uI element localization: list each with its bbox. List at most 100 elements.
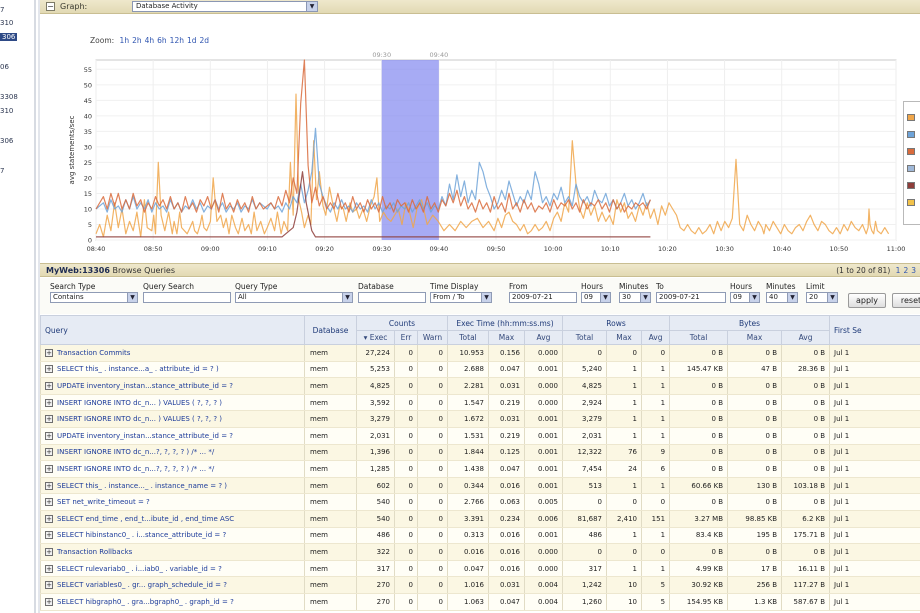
col-rows-max[interactable]: Max	[606, 330, 642, 345]
chevron-down-icon[interactable]: ▼	[600, 293, 610, 302]
col-rows-avg[interactable]: Avg	[640, 330, 671, 345]
expand-icon[interactable]: +	[45, 547, 53, 556]
sidebar-server-item[interactable]: 7	[0, 167, 4, 175]
zoom-link[interactable]: 12h	[170, 36, 184, 45]
col-bytes-max[interactable]: Max	[727, 330, 783, 345]
table-row[interactable]: + INSERT IGNORE INTO dc_n...?, ?, ?, ? ) …	[40, 460, 920, 478]
chevron-down-icon[interactable]: ▼	[481, 293, 491, 302]
legend-swatch[interactable]	[907, 199, 915, 206]
table-row[interactable]: + INSERT IGNORE INTO dc_n...?, ?, ?, ? ) …	[40, 444, 920, 462]
col-err[interactable]: Err	[394, 330, 418, 345]
query-text[interactable]: SET net_write_timeout = ?	[57, 498, 150, 506]
table-row[interactable]: + SELECT this_ . instance..._ . instance_…	[40, 477, 920, 495]
zoom-link[interactable]: 2h	[132, 36, 142, 45]
query-cell[interactable]: + INSERT IGNORE INTO dc_n... ) VALUES ( ?…	[40, 410, 305, 428]
database-input[interactable]	[358, 292, 426, 303]
expand-icon[interactable]: +	[45, 348, 53, 357]
legend-swatch[interactable]	[907, 148, 915, 155]
table-row[interactable]: + INSERT IGNORE INTO dc_n... ) VALUES ( ?…	[40, 394, 920, 412]
query-cell[interactable]: + UPDATE inventory_instan...stance_attrib…	[40, 427, 305, 445]
table-row[interactable]: + SELECT hibgraph0_ . gra...bgraph0_ . gr…	[40, 593, 920, 611]
query-type-select[interactable]: All ▼	[235, 292, 353, 303]
col-database[interactable]: Database	[304, 315, 357, 345]
query-text[interactable]: UPDATE inventory_instan...stance_attribu…	[57, 382, 233, 390]
col-bytes-total[interactable]: Total	[669, 330, 729, 345]
chevron-down-icon[interactable]: ▼	[342, 293, 352, 302]
col-query[interactable]: Query	[40, 315, 305, 345]
time-display-select[interactable]: From / To ▼	[430, 292, 492, 303]
from-date-input[interactable]: 2009-07-21	[509, 292, 577, 303]
table-row[interactable]: + SELECT hibinstanc0_ . i...stance_attrib…	[40, 527, 920, 545]
col-exec[interactable]: ▾ Exec	[356, 330, 395, 345]
query-text[interactable]: SELECT variables0_ . gr... graph_schedul…	[57, 581, 227, 589]
to-minutes-select[interactable]: 40 ▼	[766, 292, 798, 303]
legend-swatch[interactable]	[907, 165, 915, 172]
query-cell[interactable]: + SELECT hibinstanc0_ . i...stance_attrib…	[40, 527, 305, 545]
sidebar-server-item[interactable]: 7	[0, 6, 4, 14]
expand-icon[interactable]: +	[45, 431, 53, 440]
sidebar-server-item[interactable]: 306	[0, 137, 13, 145]
apply-button[interactable]: apply	[848, 293, 886, 308]
chevron-down-icon[interactable]: ▼	[749, 293, 759, 302]
to-date-input[interactable]: 2009-07-21	[656, 292, 726, 303]
query-text[interactable]: INSERT IGNORE INTO dc_n... ) VALUES ( ?,…	[57, 415, 222, 423]
query-cell[interactable]: + Transaction Rollbacks	[40, 543, 305, 561]
query-cell[interactable]: + SET net_write_timeout = ?	[40, 493, 305, 511]
query-text[interactable]: Transaction Rollbacks	[57, 548, 132, 556]
graph-select[interactable]: Database Activity ▼	[132, 1, 318, 12]
query-cell[interactable]: + INSERT IGNORE INTO dc_n...?, ?, ?, ? ) …	[40, 444, 305, 462]
zoom-link[interactable]: 1d	[187, 36, 197, 45]
query-cell[interactable]: + SELECT hibgraph0_ . gra...bgraph0_ . gr…	[40, 593, 305, 611]
legend-swatch[interactable]	[907, 182, 915, 189]
from-minutes-select[interactable]: 30 ▼	[619, 292, 651, 303]
expand-icon[interactable]: +	[45, 514, 53, 523]
query-cell[interactable]: + SELECT variables0_ . gr... graph_schedu…	[40, 576, 305, 594]
chevron-down-icon[interactable]: ▼	[640, 293, 650, 302]
expand-icon[interactable]: +	[45, 531, 53, 540]
page-link[interactable]: 3	[911, 266, 916, 275]
query-cell[interactable]: + SELECT this_ . instance...a_ . attribut…	[40, 361, 305, 379]
table-row[interactable]: + UPDATE inventory_instan...stance_attrib…	[40, 427, 920, 445]
table-row[interactable]: + SET net_write_timeout = ? mem 540 0 0 2.766 0…	[40, 493, 920, 511]
query-search-input[interactable]	[143, 292, 231, 303]
expand-icon[interactable]: +	[45, 498, 53, 507]
query-text[interactable]: SELECT this_ . instance..._ . instance_n…	[57, 482, 227, 490]
zoom-link[interactable]: 4h	[145, 36, 155, 45]
query-text[interactable]: INSERT IGNORE INTO dc_n...?, ?, ?, ? ) /…	[57, 465, 214, 473]
sidebar-server-item[interactable]: 310	[0, 107, 13, 115]
page-link[interactable]: 1	[896, 266, 901, 275]
table-row[interactable]: + SELECT variables0_ . gr... graph_schedu…	[40, 576, 920, 594]
col-time-avg[interactable]: Avg	[524, 330, 563, 345]
reset-button[interactable]: reset	[892, 293, 920, 308]
legend-swatch[interactable]	[907, 114, 915, 121]
expand-icon[interactable]: +	[45, 448, 53, 457]
expand-icon[interactable]: +	[45, 564, 53, 573]
col-time-total[interactable]: Total	[447, 330, 489, 345]
table-row[interactable]: + Transaction Rollbacks mem 322 0 0 0.016 0.016…	[40, 543, 920, 561]
query-text[interactable]: SELECT rulevariab0_ . i...iab0_ . variab…	[57, 565, 222, 573]
query-text[interactable]: INSERT IGNORE INTO dc_n... ) VALUES ( ?,…	[57, 399, 222, 407]
query-cell[interactable]: + SELECT end_time , end_t...ibute_id , en…	[40, 510, 305, 528]
limit-select[interactable]: 20 ▼	[806, 292, 838, 303]
query-cell[interactable]: + SELECT this_ . instance..._ . instance_…	[40, 477, 305, 495]
sidebar-server-item[interactable]: 3308	[0, 93, 18, 101]
from-hours-select[interactable]: 09 ▼	[581, 292, 611, 303]
chevron-down-icon[interactable]: ▼	[127, 293, 137, 302]
query-cell[interactable]: + Transaction Commits	[40, 344, 305, 362]
col-first-seen[interactable]: First Se	[829, 315, 920, 345]
zoom-link[interactable]: 6h	[157, 36, 167, 45]
table-row[interactable]: + INSERT IGNORE INTO dc_n... ) VALUES ( ?…	[40, 410, 920, 428]
chevron-down-icon[interactable]: ▼	[787, 293, 797, 302]
chevron-down-icon[interactable]: ▼	[827, 293, 837, 302]
sidebar-server-item[interactable]: 306	[0, 33, 18, 41]
query-cell[interactable]: + INSERT IGNORE INTO dc_n...?, ?, ?, ? ) …	[40, 460, 305, 478]
expand-icon[interactable]: +	[45, 398, 53, 407]
expand-icon[interactable]: +	[45, 365, 53, 374]
query-text[interactable]: SELECT hibgraph0_ . gra...bgraph0_ . gra…	[57, 598, 234, 606]
query-cell[interactable]: + UPDATE inventory_instan...stance_attrib…	[40, 377, 305, 395]
query-text[interactable]: SELECT hibinstanc0_ . i...stance_attribu…	[57, 531, 226, 539]
expand-icon[interactable]: +	[45, 381, 53, 390]
search-type-select[interactable]: Contains ▼	[50, 292, 138, 303]
expand-icon[interactable]: +	[45, 481, 53, 490]
table-row[interactable]: + Transaction Commits mem 27,224 0 0 10.953 0.1…	[40, 344, 920, 362]
